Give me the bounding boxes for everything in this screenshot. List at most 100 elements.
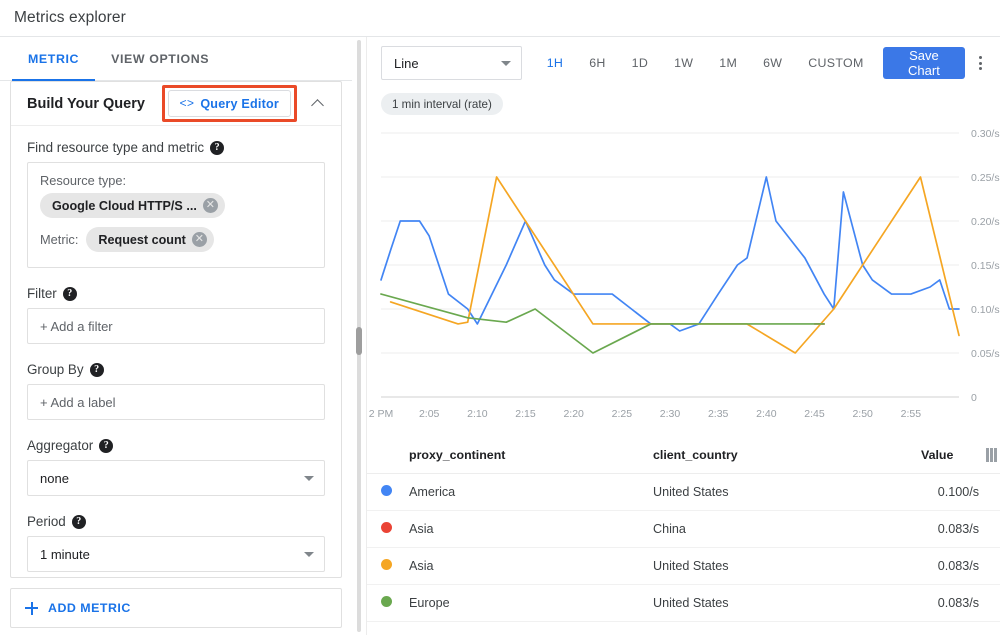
caret-down-icon [304, 476, 314, 481]
window-titlebar: Metrics explorer [0, 0, 1000, 37]
add-metric-button[interactable]: ADD METRIC [10, 588, 342, 628]
group-by-placeholder: + Add a label [40, 395, 116, 410]
aggregator-label-row: Aggregator ? [27, 438, 325, 453]
table-body: AmericaUnited States0.100/sAsiaChina0.08… [367, 474, 1000, 622]
range-1d-label: 1D [632, 56, 648, 70]
help-icon[interactable]: ? [72, 515, 86, 529]
cell-proxy-continent: Asia [409, 511, 653, 548]
range-1w[interactable]: 1W [661, 46, 706, 80]
filter-label: Filter [27, 286, 57, 301]
pane-resize-divider[interactable] [352, 37, 366, 635]
resource-metric-box: Resource type: Google Cloud HTTP/S ... ✕… [27, 162, 325, 268]
collapse-card-button[interactable] [301, 88, 333, 120]
table-header-row: proxy_continent client_country Value [367, 437, 1000, 474]
save-chart-button[interactable]: Save Chart [883, 47, 966, 79]
group-by-label-row: Group By ? [27, 362, 325, 377]
table-row[interactable]: EuropeUnited States0.083/s [367, 585, 1000, 622]
metric-chip-label: Request count [98, 233, 185, 247]
chart-type-select[interactable]: Line [381, 46, 522, 80]
help-icon[interactable]: ? [210, 141, 224, 155]
series-color-swatch [367, 585, 409, 622]
svg-text:0.20/s: 0.20/s [971, 216, 1000, 228]
svg-text:0.05/s: 0.05/s [971, 348, 1000, 360]
interval-chip: 1 min interval (rate) [381, 93, 503, 115]
range-1m[interactable]: 1M [706, 46, 750, 80]
range-custom[interactable]: CUSTOM [795, 46, 876, 80]
aggregator-select[interactable]: none [27, 460, 325, 496]
period-select[interactable]: 1 minute [27, 536, 325, 572]
query-editor-highlight: <> Query Editor [162, 85, 298, 122]
svg-text:2:05: 2:05 [419, 408, 440, 420]
build-query-header: Build Your Query <> Query Editor [11, 82, 341, 126]
tab-metric-label: METRIC [28, 52, 79, 66]
interval-chip-row: 1 min interval (rate) [367, 89, 1000, 115]
resource-type-chip[interactable]: Google Cloud HTTP/S ... ✕ [40, 193, 225, 218]
svg-text:0.15/s: 0.15/s [971, 260, 1000, 272]
range-1h[interactable]: 1H [534, 46, 576, 80]
series-color-swatch [367, 511, 409, 548]
range-6h[interactable]: 6H [576, 46, 618, 80]
metric-chip[interactable]: Request count ✕ [86, 227, 213, 252]
cell-value: 0.083/s [921, 511, 1000, 548]
table-row[interactable]: AsiaUnited States0.083/s [367, 548, 1000, 585]
range-1d[interactable]: 1D [619, 46, 661, 80]
build-query-card: Build Your Query <> Query Editor Find re… [10, 81, 342, 578]
series-color-swatch [367, 548, 409, 585]
range-1h-label: 1H [547, 56, 563, 70]
help-icon[interactable]: ? [63, 287, 77, 301]
range-1m-label: 1M [719, 56, 737, 70]
cell-value: 0.083/s [921, 548, 1000, 585]
metric-row: Metric: Request count ✕ [40, 227, 312, 252]
resource-type-row: Google Cloud HTTP/S ... ✕ [40, 193, 312, 218]
svg-text:0: 0 [971, 392, 977, 404]
divider-grip-handle[interactable] [356, 327, 362, 355]
table-header-client-country[interactable]: client_country [653, 437, 921, 474]
cell-value: 0.100/s [921, 474, 1000, 511]
resource-type-label: Resource type: [40, 173, 312, 188]
query-sidebar: METRIC VIEW OPTIONS Build Your Query <> … [0, 37, 352, 635]
resource-type-chip-label: Google Cloud HTTP/S ... [52, 199, 197, 213]
tab-view-options[interactable]: VIEW OPTIONS [95, 37, 225, 80]
more-vertical-icon[interactable] [969, 46, 992, 80]
query-editor-label: Query Editor [200, 97, 279, 111]
group-by-input[interactable]: + Add a label [27, 384, 325, 420]
column-resize-icon[interactable] [986, 448, 997, 462]
cell-client-country: China [653, 511, 921, 548]
table-header-value[interactable]: Value [921, 437, 1000, 474]
range-custom-label: CUSTOM [808, 56, 863, 70]
help-icon[interactable]: ? [90, 363, 104, 377]
cell-proxy-continent: Asia [409, 548, 653, 585]
metric-label: Metric: [40, 232, 78, 247]
find-resource-label: Find resource type and metric [27, 140, 204, 155]
close-circle-icon[interactable]: ✕ [192, 232, 207, 247]
tab-metric[interactable]: METRIC [12, 37, 95, 80]
series-color-swatch [367, 474, 409, 511]
cell-client-country: United States [653, 474, 921, 511]
svg-text:2:15: 2:15 [515, 408, 536, 420]
chevron-up-icon [311, 99, 324, 112]
filter-input[interactable]: + Add a filter [27, 308, 325, 344]
metrics-explorer-app: Metrics explorer METRIC VIEW OPTIONS Bui… [0, 0, 1000, 635]
svg-text:2:35: 2:35 [708, 408, 729, 420]
svg-text:0.10/s: 0.10/s [971, 304, 1000, 316]
table-row[interactable]: AsiaChina0.083/s [367, 511, 1000, 548]
add-metric-label: ADD METRIC [48, 601, 131, 615]
close-circle-icon[interactable]: ✕ [203, 198, 218, 213]
help-icon[interactable]: ? [99, 439, 113, 453]
svg-text:2:50: 2:50 [852, 408, 873, 420]
tab-view-options-label: VIEW OPTIONS [111, 52, 209, 66]
svg-text:2:40: 2:40 [756, 408, 777, 420]
table-header-value-label: Value [921, 448, 953, 462]
range-6w[interactable]: 6W [750, 46, 795, 80]
find-resource-label-row: Find resource type and metric ? [27, 140, 325, 155]
svg-text:2:30: 2:30 [660, 408, 681, 420]
query-editor-button[interactable]: <> Query Editor [168, 90, 292, 117]
series-table-element: proxy_continent client_country Value Ame… [367, 437, 1000, 622]
chart-toolbar: Line 1H 6H 1D 1W 1M 6W CUSTOM Save Chart [367, 37, 1000, 89]
table-row[interactable]: AmericaUnited States0.100/s [367, 474, 1000, 511]
build-query-title: Build Your Query [27, 96, 162, 112]
cell-client-country: United States [653, 585, 921, 622]
line-chart[interactable]: 00.05/s0.10/s0.15/s0.20/s0.25/s0.30/s2 P… [367, 125, 1000, 430]
page-title: Metrics explorer [14, 9, 126, 27]
table-header-proxy-continent[interactable]: proxy_continent [409, 437, 653, 474]
